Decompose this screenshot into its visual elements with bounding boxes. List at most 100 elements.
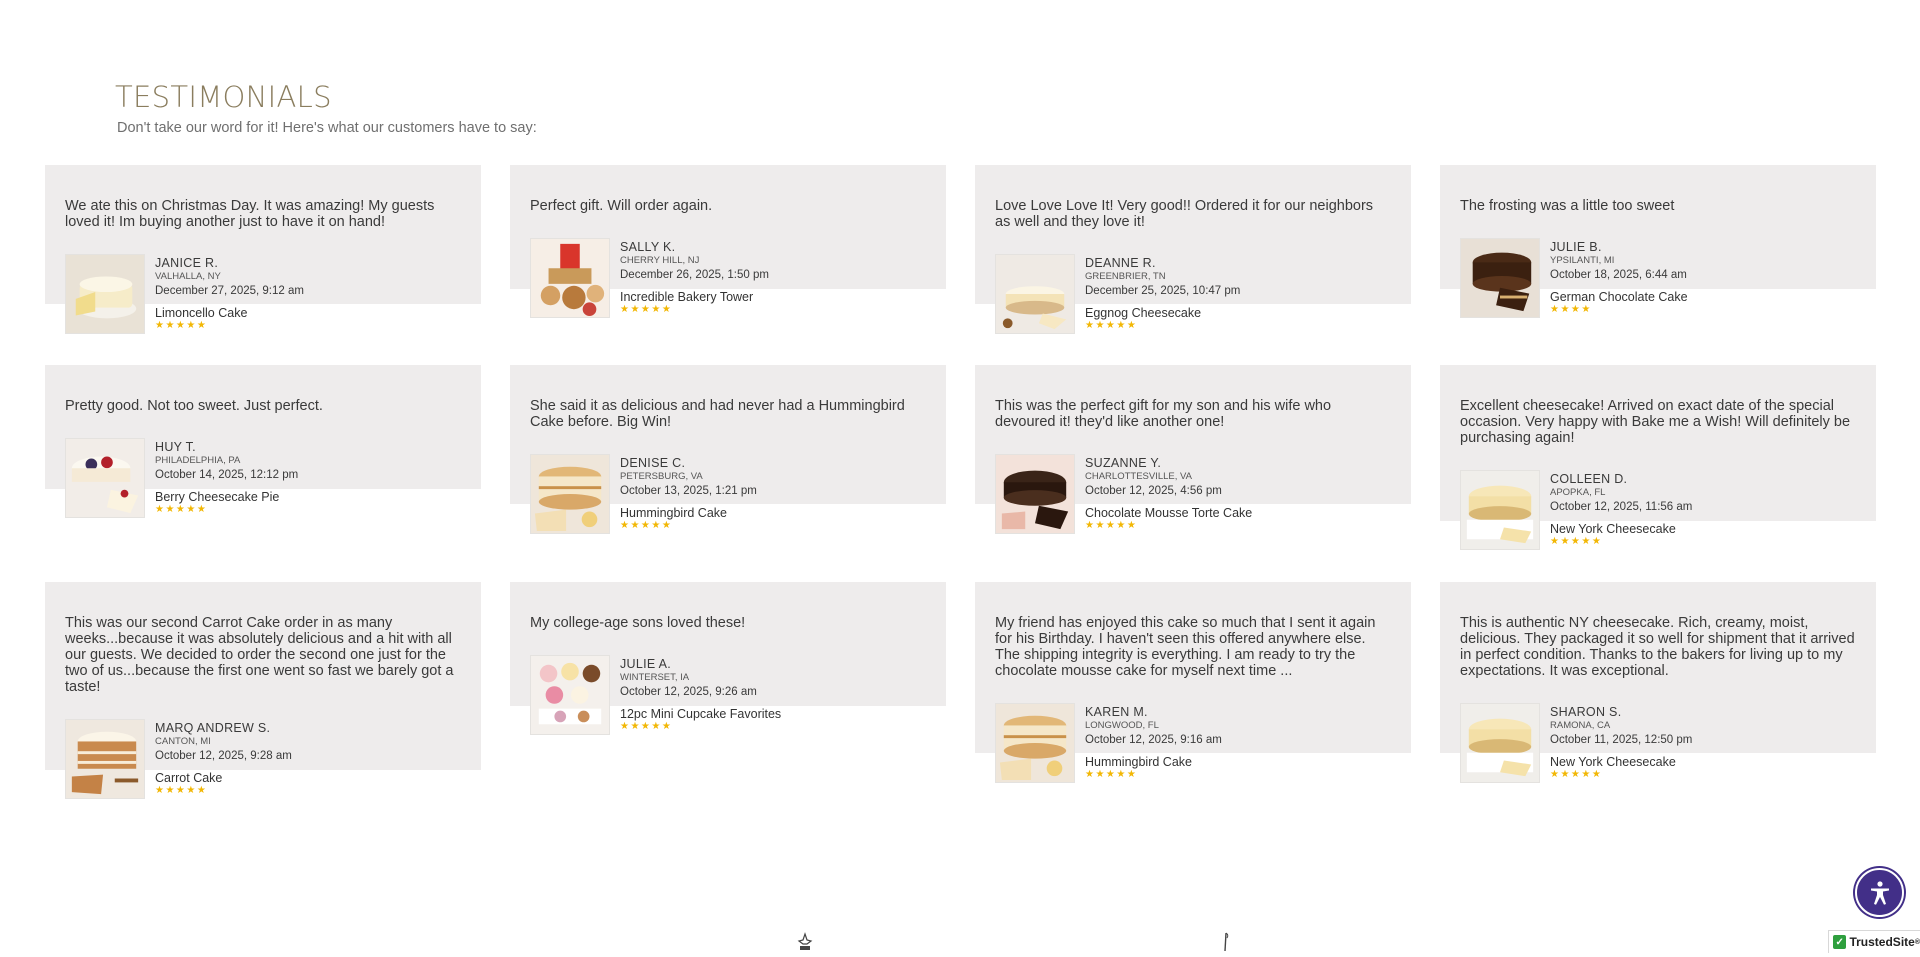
product-link[interactable]: 12pc Mini Cupcake Favorites [620, 707, 781, 721]
review-date: October 12, 2025, 9:26 am [620, 686, 757, 698]
product-link[interactable]: Hummingbird Cake [620, 506, 757, 520]
review-date: December 25, 2025, 10:47 pm [1085, 285, 1241, 297]
product-link[interactable]: Incredible Bakery Tower [620, 290, 769, 304]
star-rating: ★★★★ [1550, 304, 1592, 315]
reviewer-name: SUZANNE Y. [1085, 456, 1162, 470]
testimonial-card: My friend has enjoyed this cake so much … [975, 582, 1411, 783]
testimonial-card: This is authentic NY cheesecake. Rich, c… [1440, 582, 1876, 783]
new-york-cheesecake-image[interactable] [1460, 703, 1540, 783]
testimonial-quote: Excellent cheesecake! Arrived on exact d… [1460, 398, 1851, 446]
star-rating: ★★★★★ [1085, 769, 1138, 780]
mini-cupcakes-image[interactable] [530, 655, 610, 735]
reviewer-location: PETERSBURG, VA [620, 471, 703, 482]
reviewer-name: HUY T. [155, 440, 196, 454]
product-link[interactable]: New York Cheesecake [1550, 755, 1692, 769]
star-rating: ★★★★★ [620, 721, 673, 732]
star-rating: ★★★★★ [1550, 769, 1603, 780]
testimonial-card: This was our second Carrot Cake order in… [45, 582, 481, 799]
reviewer-location: CANTON, MI [155, 736, 211, 747]
eggnog-cheesecake-image[interactable] [995, 254, 1075, 334]
review-date: October 11, 2025, 12:50 pm [1550, 734, 1693, 746]
review-date: December 26, 2025, 1:50 pm [620, 269, 769, 281]
star-rating: ★★★★★ [1085, 520, 1138, 531]
testimonial-quote: This is authentic NY cheesecake. Rich, c… [1460, 615, 1855, 679]
review-date: October 13, 2025, 1:21 pm [620, 485, 757, 497]
testimonial-quote: The frosting was a little too sweet [1460, 198, 1675, 214]
reviewer-name: MARQ ANDREW S. [155, 721, 271, 735]
german-chocolate-cake-image[interactable] [1460, 238, 1540, 318]
product-link[interactable]: Chocolate Mousse Torte Cake [1085, 506, 1252, 520]
reviewer-name: JULIE B. [1550, 240, 1602, 254]
new-york-cheesecake-image[interactable] [1460, 470, 1540, 550]
reviewer-location: CHARLOTTESVILLE, VA [1085, 471, 1192, 482]
reviewer-location: RAMONA, CA [1550, 720, 1611, 731]
testimonial-quote: My friend has enjoyed this cake so much … [995, 615, 1376, 679]
reviewer-name: KAREN M. [1085, 705, 1148, 719]
star-rating: ★★★★★ [620, 520, 673, 531]
star-rating: ★★★★★ [155, 320, 208, 331]
hummingbird-cake-image[interactable] [530, 454, 610, 534]
section-subtitle: Don't take our word for it! Here's what … [117, 120, 537, 136]
product-link[interactable]: Eggnog Cheesecake [1085, 306, 1240, 320]
reviewer-location: YPSILANTI, MI [1550, 255, 1615, 266]
testimonial-card: She said it as delicious and had never h… [510, 365, 946, 534]
reviewer-name: JULIE A. [620, 657, 672, 671]
product-link[interactable]: Carrot Cake [155, 771, 292, 785]
berry-cheesecake-pie-image[interactable] [65, 438, 145, 518]
trusted-site-badge[interactable]: ✓ TrustedSite ® [1828, 930, 1920, 953]
review-date: October 14, 2025, 12:12 pm [155, 469, 299, 481]
star-rating: ★★★★★ [620, 304, 673, 315]
reviewer-name: DENISE C. [620, 456, 686, 470]
testimonial-quote: Pretty good. Not too sweet. Just perfect… [65, 398, 323, 414]
testimonial-quote: Love Love Love It! Very good!! Ordered i… [995, 198, 1374, 230]
product-link[interactable]: Berry Cheesecake Pie [155, 490, 298, 504]
reviewer-location: GREENBRIER, TN [1085, 271, 1166, 282]
accessibility-icon[interactable] [1855, 868, 1904, 917]
product-link[interactable]: Hummingbird Cake [1085, 755, 1222, 769]
testimonial-card: This was the perfect gift for my son and… [975, 365, 1411, 534]
testimonial-card: Excellent cheesecake! Arrived on exact d… [1440, 365, 1876, 550]
reviewer-name: COLLEEN D. [1550, 472, 1628, 486]
reviewer-name: DEANNE R. [1085, 256, 1156, 270]
reviewer-location: PHILADELPHIA, PA [155, 455, 241, 466]
chocolate-mousse-torte-image[interactable] [995, 454, 1075, 534]
reviewer-location: VALHALLA, NY [155, 271, 221, 282]
reviewer-name: JANICE R. [155, 256, 219, 270]
testimonial-card: My college-age sons loved these! JULIE A… [510, 582, 946, 735]
star-rating: ★★★★★ [155, 504, 208, 515]
section-title: TESTIMONIALS [115, 80, 332, 114]
carrot-cake-image[interactable] [65, 719, 145, 799]
star-rating: ★★★★★ [1550, 536, 1603, 547]
testimonial-quote: Perfect gift. Will order again. [530, 198, 713, 214]
bakery-tower-image[interactable] [530, 238, 610, 318]
star-rating: ★★★★★ [1085, 320, 1138, 331]
testimonial-card: Perfect gift. Will order again. SALLY K.… [510, 165, 946, 318]
product-link[interactable]: German Chocolate Cake [1550, 290, 1688, 304]
testimonial-card: We ate this on Christmas Day. It was ama… [45, 165, 481, 334]
trusted-site-label: TrustedSite [1849, 935, 1915, 949]
review-date: October 12, 2025, 11:56 am [1550, 501, 1693, 513]
testimonial-card: Love Love Love It! Very good!! Ordered i… [975, 165, 1411, 334]
reviewer-location: LONGWOOD, FL [1085, 720, 1159, 731]
checkmark-icon: ✓ [1833, 935, 1847, 949]
testimonial-quote: This was the perfect gift for my son and… [995, 398, 1332, 430]
review-date: October 18, 2025, 6:44 am [1550, 269, 1687, 281]
reviewer-name: SALLY K. [620, 240, 676, 254]
testimonial-quote: This was our second Carrot Cake order in… [65, 615, 454, 695]
registered-mark: ® [1914, 938, 1920, 946]
testimonial-quote: She said it as delicious and had never h… [530, 398, 905, 430]
testimonial-quote: My college-age sons loved these! [530, 615, 746, 631]
review-date: October 12, 2025, 9:16 am [1085, 734, 1222, 746]
testimonial-quote: We ate this on Christmas Day. It was ama… [65, 198, 435, 230]
star-rating: ★★★★★ [155, 785, 208, 796]
product-link[interactable]: Limoncello Cake [155, 306, 304, 320]
testimonial-card: Pretty good. Not too sweet. Just perfect… [45, 365, 481, 518]
reviewer-location: CHERRY HILL, NJ [620, 255, 700, 266]
footer-decoration-icon [1222, 932, 1230, 957]
reviewer-location: APOPKA, FL [1550, 487, 1606, 498]
hummingbird-cake-image[interactable] [995, 703, 1075, 783]
product-link[interactable]: New York Cheesecake [1550, 522, 1692, 536]
reviewer-location: WINTERSET, IA [620, 672, 690, 683]
reviewer-name: SHARON S. [1550, 705, 1622, 719]
limoncello-cake-image[interactable] [65, 254, 145, 334]
